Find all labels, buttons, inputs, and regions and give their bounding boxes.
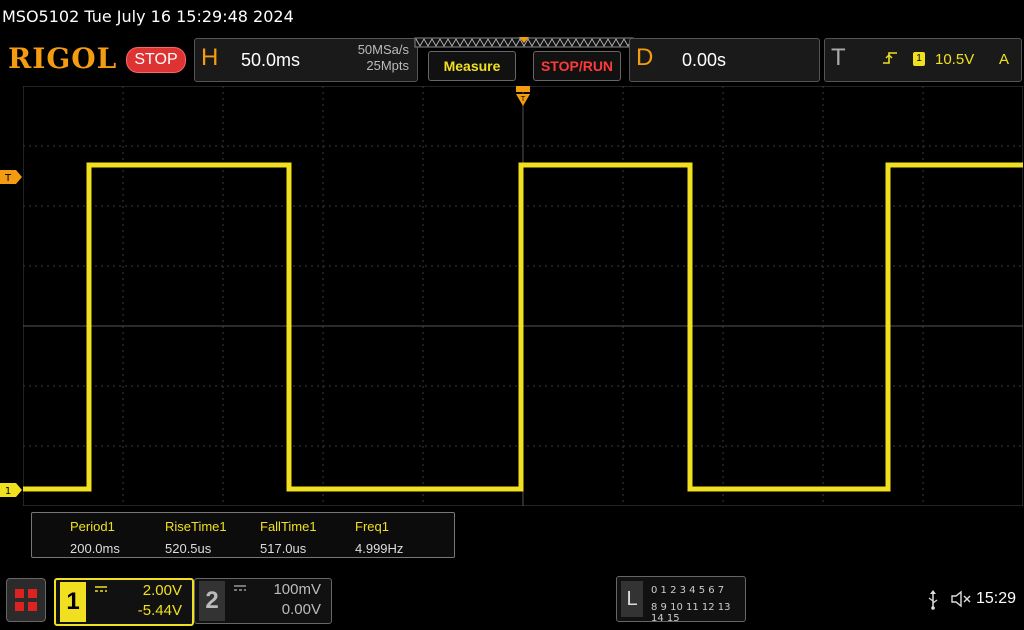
status-clock: 15:29 — [976, 590, 1017, 607]
trigger-panel[interactable]: T 1 10.5V A — [824, 38, 1022, 82]
trigger-level: 10.5V — [935, 51, 975, 68]
channel-1-scale: 2.00V — [142, 582, 182, 599]
model-datetime: MSO5102 Tue July 16 15:29:48 2024 — [2, 7, 294, 26]
trigger-letter: T — [831, 44, 846, 71]
trigger-mode: A — [998, 51, 1009, 68]
run-state-badge[interactable]: STOP — [126, 47, 186, 73]
measure-name: Freq1 — [355, 519, 389, 534]
horizontal-letter: H — [201, 44, 219, 71]
trigger-marker-label: T — [4, 173, 12, 184]
rising-edge-icon — [883, 52, 897, 64]
channel-2-offset: 0.00V — [281, 601, 321, 618]
usb-icon[interactable] — [926, 590, 940, 610]
channel-1-offset: -5.44V — [137, 602, 182, 619]
measure-value: 200.0ms — [70, 541, 120, 556]
channel-2-scale: 100mV — [273, 581, 321, 598]
horizontal-panel[interactable]: H 50.0ms 50MSa/s 25Mpts — [194, 38, 418, 82]
title-bar: MSO5102 Tue July 16 15:29:48 2024 — [0, 0, 1024, 34]
logic-letter: L — [621, 581, 643, 617]
grid-menu-icon — [15, 589, 37, 611]
trigger-position-marker[interactable]: T — [515, 86, 531, 108]
measure-value: 517.0us — [260, 541, 307, 556]
logic-channels-row2: 8 9 10 11 12 13 14 15 — [651, 602, 731, 624]
measure-name: Period1 — [70, 519, 115, 534]
channel-2-box[interactable]: 2 100mV 0.00V — [194, 578, 332, 624]
dc-coupling-icon — [234, 585, 246, 591]
main-menu-button[interactable] — [6, 578, 46, 622]
trigger-source: 1 — [913, 52, 925, 66]
measure-value: 520.5us — [165, 541, 212, 556]
measure-value: 4.999Hz — [355, 541, 404, 556]
measure-name: FallTime1 — [260, 519, 317, 534]
acquisition-info: 50MSa/s 25Mpts — [358, 42, 409, 74]
rigol-logo: RIGOL — [8, 42, 118, 75]
waveform-grid[interactable] — [23, 86, 1023, 506]
delay-letter: D — [636, 44, 654, 71]
channel-1-box[interactable]: 1 2.00V -5.44V — [54, 578, 194, 626]
sample-rate: 50MSa/s — [357, 42, 409, 57]
toolbar: RIGOL STOP H 50.0ms 50MSa/s 25Mpts Measu… — [0, 34, 1024, 86]
ch1-ground-marker[interactable]: 1 — [0, 483, 22, 497]
delay-value: 0.00s — [682, 50, 727, 70]
measure-name: RiseTime1 — [165, 519, 227, 534]
ch1-marker-label: 1 — [5, 486, 11, 497]
measurement-panel[interactable]: Period1 200.0ms RiseTime1 520.5us FallTi… — [31, 512, 455, 558]
measure-button[interactable]: Measure — [428, 51, 516, 81]
stop-run-button[interactable]: STOP/RUN — [533, 51, 621, 81]
logic-channels-row1: 0 1 2 3 4 5 6 7 — [651, 585, 725, 596]
sound-muted-icon[interactable] — [950, 590, 972, 608]
delay-panel[interactable]: D 0.00s — [629, 38, 820, 82]
memory-position-bar[interactable] — [414, 37, 634, 49]
memory-depth: 25Mpts — [366, 58, 409, 73]
dc-coupling-icon — [95, 586, 107, 592]
svg-text:T: T — [520, 95, 526, 103]
channel-2-number: 2 — [199, 581, 225, 621]
timebase-value: 50.0ms — [241, 50, 301, 70]
logic-analyzer-box[interactable]: L 0 1 2 3 4 5 6 7 8 9 10 11 12 13 14 15 — [616, 576, 746, 624]
trigger-level-marker[interactable]: T — [0, 170, 22, 184]
bottom-bar: 1 2.00V -5.44V 2 100mV 0.00V L 0 1 2 3 4… — [0, 568, 1024, 630]
channel-1-number: 1 — [60, 582, 86, 622]
